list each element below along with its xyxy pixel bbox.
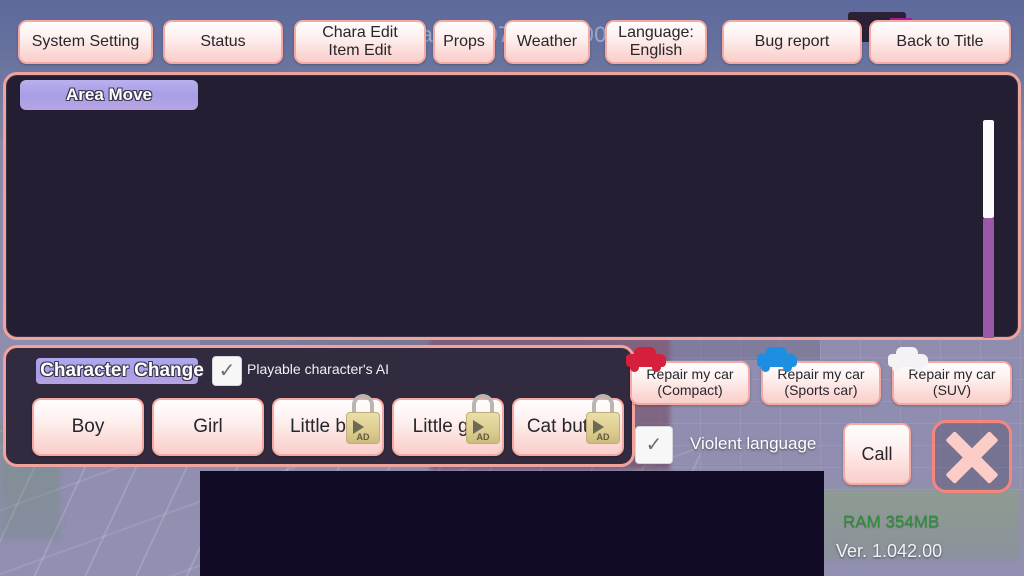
scrollbar-track[interactable] [983,218,994,338]
character-button-0[interactable]: Boy [32,398,144,456]
car-icon-part-w1 [630,363,639,372]
version-text: Ver. 1.042.00 [836,541,943,561]
car-icon-part-w1 [761,363,770,372]
character-button-1[interactable]: Girl [152,398,264,456]
violent-language-label: Violent language [690,434,817,453]
topbar-button-4[interactable]: Weather [504,20,590,64]
car-icon-part-w1 [892,363,901,372]
car-icon-part-w2 [914,363,923,372]
repair-car-button-0[interactable]: Repair my car (Compact) [626,347,750,405]
car-icon-part-cabin [634,347,656,357]
playable-character-ai-checkbox[interactable]: ✓ [212,356,242,386]
character-button-label: Cat butler [526,416,610,438]
topbar-button-7[interactable]: Back to Title [869,20,1011,64]
dialog-box-area [200,471,824,576]
character-button-3[interactable]: Little girl AD [392,394,504,456]
lock-shackle-icon [472,394,494,416]
character-button-label: Little girl [412,416,484,438]
area-move-panel [3,72,1021,340]
character-button-label: Girl [193,416,223,438]
topbar-button-3[interactable]: Props [433,20,495,64]
ram-usage-text: RAM 354MB [843,512,940,531]
car-icon-part-cabin [896,347,918,357]
playable-character-ai-label: Playable character's AI [247,361,389,377]
topbar-button-1[interactable]: Status [163,20,283,64]
top-menu-bar: System Setting Status Chara Edit Item Edit P… [0,20,1024,70]
checkmark-icon: ✓ [218,360,236,382]
repair-car-label: Repair my car (SUV) [908,366,996,398]
repair-car-label: Repair my car (Sports car) [777,366,865,398]
topbar-button-5[interactable]: Language: English [605,20,707,64]
character-button-row: Boy Girl Little boy AD Little girl AD Cat butl… [32,394,624,456]
lock-shackle-icon [352,394,374,416]
car-icon-part-cabin [765,347,787,357]
close-button[interactable] [932,420,1012,493]
car-icon [755,346,799,372]
topbar-button-6[interactable]: Bug report [722,20,862,64]
car-icon-part-w2 [783,363,792,372]
area-move-title: Area Move [20,80,198,110]
character-button-label: Boy [71,416,105,438]
repair-car-label: Repair my car (Compact) [646,366,734,398]
car-icon [624,346,668,372]
topbar-button-2[interactable]: Chara Edit Item Edit [294,20,426,64]
scrollbar-thumb[interactable] [983,120,994,219]
car-icon [886,346,930,372]
call-button[interactable]: Call [843,423,911,485]
car-icon-part-w2 [652,363,661,372]
violent-language-checkbox[interactable]: ✓ [635,426,673,464]
topbar-button-0[interactable]: System Setting [18,20,153,64]
checkmark-icon: ✓ [645,434,663,456]
character-button-2[interactable]: Little boy AD [272,394,384,456]
repair-car-button-1[interactable]: Repair my car (Sports car) [757,347,881,405]
character-button-label: Little boy [289,416,367,438]
character-button-4[interactable]: Cat butler AD [512,394,624,456]
character-change-title: Character Change [40,360,204,381]
area-move-scrollbar[interactable] [983,120,994,338]
lock-shackle-icon [592,394,614,416]
repair-car-button-2[interactable]: Repair my car (SUV) [888,347,1012,405]
